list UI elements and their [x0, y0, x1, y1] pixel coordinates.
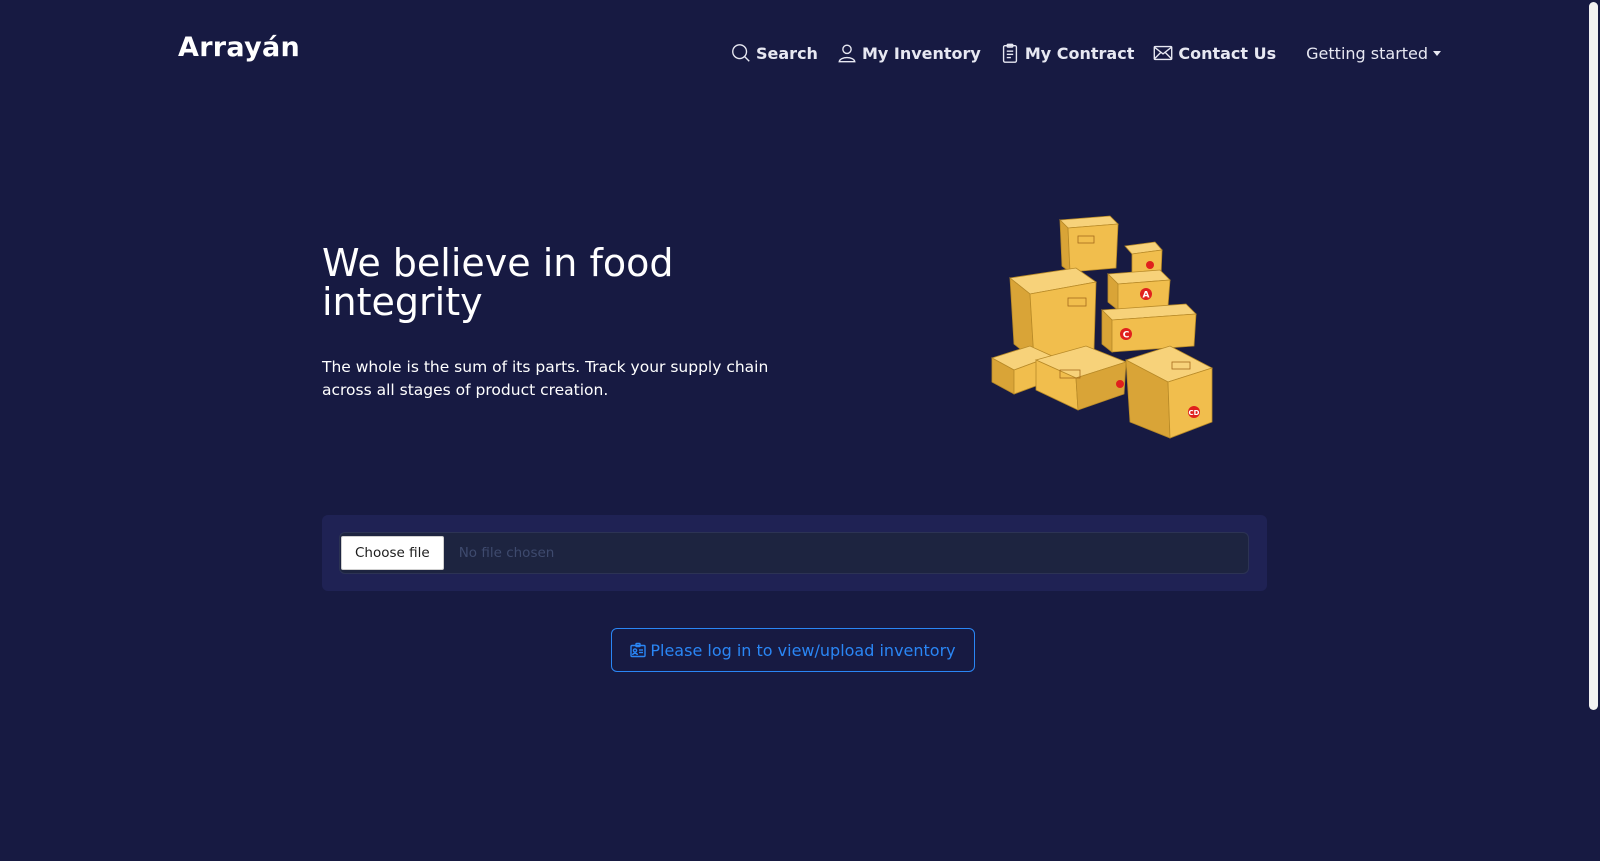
envelope-icon	[1153, 45, 1173, 61]
login-to-view-inventory-button[interactable]: Please log in to view/upload inventory	[611, 628, 975, 672]
choose-file-button[interactable]: Choose file	[341, 536, 444, 570]
svg-text:CD: CD	[1189, 409, 1200, 417]
nav-item-label: My Inventory	[861, 43, 981, 63]
upload-card: Choose file No file chosen	[322, 515, 1267, 591]
nav-item-search[interactable]: Search	[730, 42, 818, 64]
user-icon	[838, 44, 856, 63]
nav-item-label: Search	[756, 43, 818, 63]
nav-item-my-inventory[interactable]: My Inventory	[836, 42, 981, 64]
svg-text:C: C	[1123, 331, 1130, 341]
nav-item-label: My Contract	[1024, 43, 1135, 63]
box-large-left	[1009, 267, 1098, 361]
nav-item-contact-us[interactable]: Contact Us	[1152, 42, 1276, 64]
brand-logo[interactable]: Arrayán	[178, 32, 300, 63]
file-status-text: No file chosen	[458, 545, 555, 561]
box-c: C	[1101, 303, 1197, 353]
nav-item-my-contract[interactable]: My Contract	[999, 42, 1135, 64]
hero-title: We believe in food integrity	[322, 241, 674, 324]
box-front-right: CD	[1124, 345, 1214, 439]
id-badge-icon	[630, 642, 647, 658]
search-icon	[732, 44, 750, 62]
scrollbar-thumb[interactable]	[1589, 2, 1598, 710]
nav-item-label: Contact Us	[1178, 43, 1277, 63]
clipboard-icon	[1002, 43, 1017, 63]
main-nav: Search My Inventory My Contract Contact …	[730, 38, 1442, 68]
login-button-label: Please log in to view/upload inventory	[650, 640, 956, 660]
box-a: A	[1107, 269, 1171, 311]
boxes-illustration: A C CD	[990, 215, 1214, 439]
page-scrollbar[interactable]	[1586, 0, 1600, 861]
hero-description: The whole is the sum of its parts. Track…	[322, 358, 769, 399]
page: Arrayán Search My Inventory My Contract …	[0, 0, 1600, 861]
caret-down-icon	[1433, 50, 1442, 56]
box-top-left	[1059, 215, 1119, 273]
svg-text:A: A	[1143, 291, 1150, 301]
dropdown-label: Getting started	[1306, 43, 1429, 63]
file-input[interactable]: Choose file No file chosen	[339, 532, 1249, 574]
getting-started-dropdown[interactable]: Getting started	[1306, 43, 1442, 63]
